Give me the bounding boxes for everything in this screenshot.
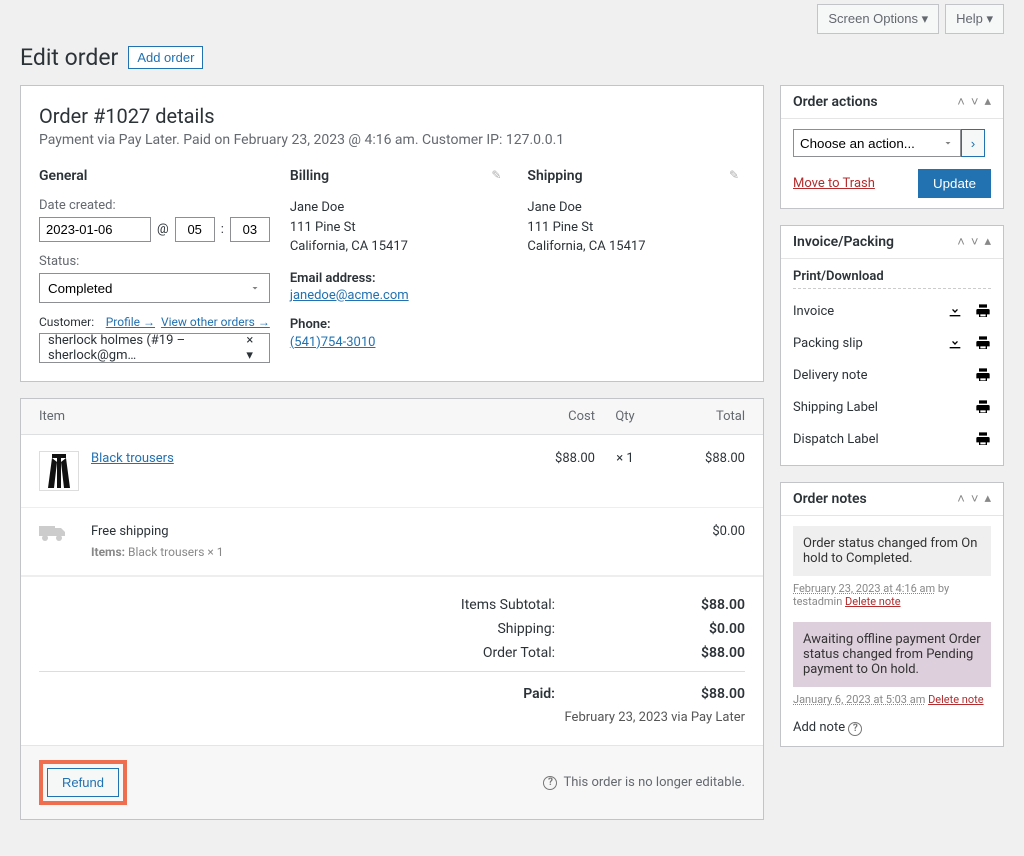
col-cost: Cost	[515, 409, 595, 424]
screen-options-button[interactable]: Screen Options ▾	[817, 4, 939, 34]
print-icon[interactable]	[975, 367, 991, 383]
status-select[interactable]: Completed	[39, 273, 270, 303]
items-box: Item Cost Qty Total Black trousers $88.0…	[20, 398, 764, 820]
line-item: Black trousers $88.00 × 1 $88.00	[21, 435, 763, 508]
shipping-item: Free shipping Items: Black trousers × 1 …	[21, 508, 763, 576]
order-notes-box: Order notes ˄˅▴ Order status changed fro…	[780, 482, 1004, 747]
profile-link[interactable]: Profile →	[106, 315, 155, 329]
order-action-select[interactable]: Choose an action...	[793, 129, 961, 157]
download-icon[interactable]	[947, 335, 963, 351]
caret-up-icon[interactable]: ▴	[984, 94, 991, 110]
billing-phone-link[interactable]: (541)754-3010	[290, 335, 376, 350]
add-order-button[interactable]: Add order	[128, 46, 203, 69]
refund-button[interactable]: Refund	[47, 768, 119, 797]
minute-input[interactable]	[230, 217, 270, 242]
edit-billing-icon[interactable]: ✎	[491, 168, 501, 182]
product-thumb	[39, 451, 79, 491]
date-input[interactable]	[39, 217, 151, 242]
edit-shipping-icon[interactable]: ✎	[729, 168, 739, 182]
refund-highlight: Refund	[39, 760, 127, 805]
pd-row: Delivery note	[793, 359, 991, 391]
status-label: Status:	[39, 254, 270, 269]
update-button[interactable]: Update	[918, 169, 991, 198]
print-icon[interactable]	[975, 399, 991, 415]
order-details-box: Order #1027 details Payment via Pay Late…	[20, 85, 764, 382]
billing-email-link[interactable]: janedoe@acme.com	[290, 288, 409, 303]
order-note: Awaiting offline payment Order status ch…	[793, 622, 991, 687]
info-icon: ?	[543, 776, 557, 790]
run-action-button[interactable]: ›	[961, 129, 985, 157]
chevron-up-icon[interactable]: ˄	[957, 94, 965, 110]
print-icon[interactable]	[975, 303, 991, 319]
order-actions-box: Order actions ˄˅▴ Choose an action...› M…	[780, 85, 1004, 209]
pd-row: Dispatch Label	[793, 423, 991, 455]
billing-heading: Billing	[290, 168, 508, 184]
date-label: Date created:	[39, 198, 270, 213]
truck-icon	[39, 524, 79, 547]
print-icon[interactable]	[975, 335, 991, 351]
product-link[interactable]: Black trousers	[91, 451, 174, 466]
customer-select[interactable]: sherlock holmes (#19 – sherlock@gm… × ▾	[39, 333, 270, 363]
pd-row: Invoice	[793, 295, 991, 327]
pd-row: Shipping Label	[793, 391, 991, 423]
order-heading: Order #1027 details	[39, 104, 745, 128]
general-heading: General	[39, 168, 270, 184]
delete-note-link[interactable]: Delete note	[928, 693, 984, 706]
hour-input[interactable]	[175, 217, 215, 242]
col-qty: Qty	[595, 409, 655, 424]
print-icon[interactable]	[975, 431, 991, 447]
customer-label: Customer:	[39, 315, 94, 329]
not-editable-notice: ? This order is no longer editable.	[543, 775, 745, 790]
pd-row: Packing slip	[793, 327, 991, 359]
help-button[interactable]: Help ▾	[945, 4, 1004, 34]
invoice-packing-box: Invoice/Packing ˄˅▴ Print/Download Invoi…	[780, 225, 1004, 466]
page-title: Edit order	[20, 44, 118, 71]
download-icon[interactable]	[947, 303, 963, 319]
delete-note-link[interactable]: Delete note	[845, 595, 901, 608]
shipping-heading: Shipping	[527, 168, 745, 184]
order-note: Order status changed from On hold to Com…	[793, 526, 991, 576]
chevron-down-icon[interactable]: ˅	[971, 94, 979, 110]
other-orders-link[interactable]: View other orders →	[161, 315, 270, 329]
order-meta: Payment via Pay Later. Paid on February …	[39, 132, 745, 148]
col-item: Item	[39, 409, 515, 424]
col-total: Total	[655, 409, 745, 424]
move-to-trash-link[interactable]: Move to Trash	[793, 176, 875, 191]
info-icon[interactable]: ?	[848, 722, 862, 736]
